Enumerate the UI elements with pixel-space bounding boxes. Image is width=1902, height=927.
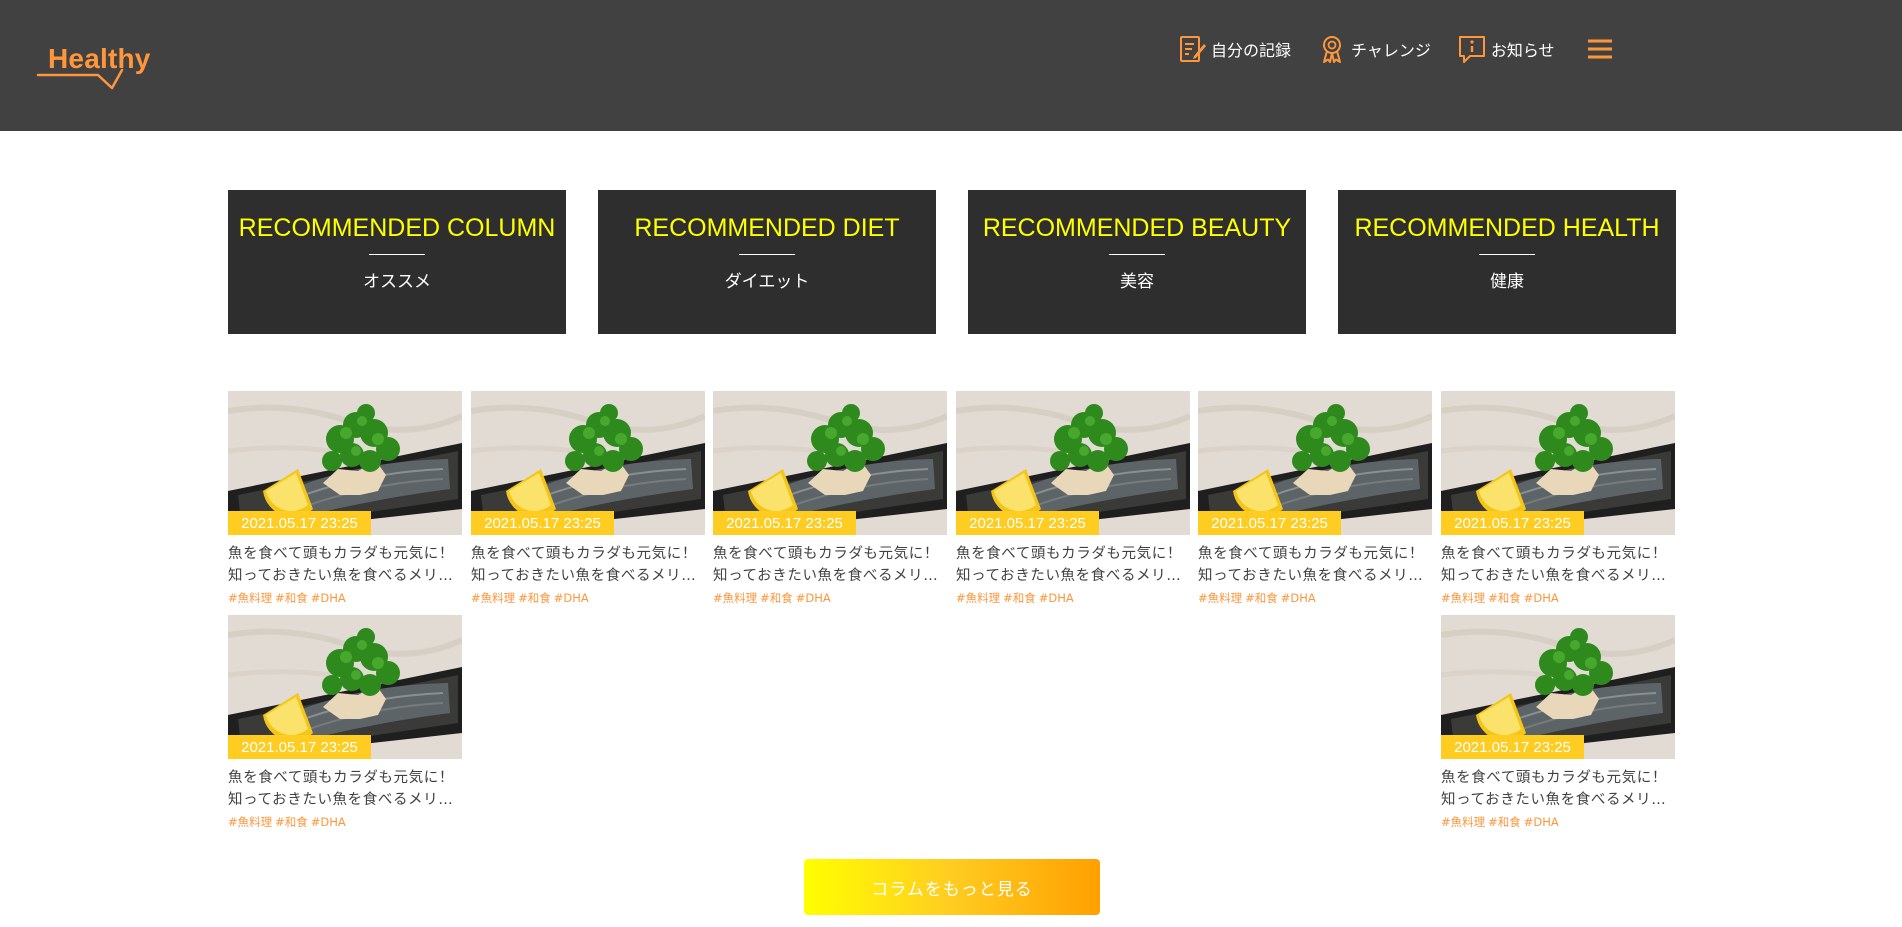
column-tags: #魚料理 #和食 #DHA xyxy=(471,590,705,606)
tag-link[interactable]: #DHA xyxy=(311,815,346,829)
tag-link[interactable]: #DHA xyxy=(1524,815,1559,829)
category-tile-column[interactable]: RECOMMENDED COLUMN オススメ xyxy=(228,190,566,334)
column-thumbnail: 2021.05.17 23:25 xyxy=(228,615,462,759)
nav-label: お知らせ xyxy=(1490,41,1555,60)
category-tile-beauty[interactable]: RECOMMENDED BEAUTY 美容 xyxy=(968,190,1306,334)
category-tile-health[interactable]: RECOMMENDED HEALTH 健康 xyxy=(1338,190,1676,334)
date-badge: 2021.05.17 23:25 xyxy=(1441,735,1584,759)
tag-link[interactable]: #和食 xyxy=(275,815,308,829)
column-thumbnail: 2021.05.17 23:25 xyxy=(1441,615,1675,759)
column-title: 魚を食べて頭もカラダも元気に！知っておきたい魚を食べるメリ… xyxy=(228,770,454,808)
main-nav: 自分の記録 チャレンジ お知らせ xyxy=(1177,32,1615,66)
tag-link[interactable]: #魚料理 xyxy=(228,815,272,829)
tile-subtitle: オススメ xyxy=(363,272,431,292)
column-thumbnail: 2021.05.17 23:25 xyxy=(1198,391,1432,535)
date-badge: 2021.05.17 23:25 xyxy=(471,511,614,535)
tag-link[interactable]: #DHA xyxy=(311,591,346,605)
column-title: 魚を食べて頭もカラダも元気に！知っておきたい魚を食べるメリ… xyxy=(1441,770,1667,808)
column-thumbnail: 2021.05.17 23:25 xyxy=(471,391,705,535)
date-badge: 2021.05.17 23:25 xyxy=(228,735,371,759)
column-tags: #魚料理 #和食 #DHA xyxy=(1198,590,1432,606)
tile-subtitle: ダイエット xyxy=(724,272,810,292)
memo-icon xyxy=(1180,36,1206,62)
date-badge: 2021.05.17 23:25 xyxy=(1198,511,1341,535)
category-tiles: RECOMMENDED COLUMN オススメ RECOMMENDED DIET… xyxy=(228,190,1676,334)
tag-link[interactable]: #魚料理 xyxy=(1441,815,1485,829)
tag-link[interactable]: #魚料理 xyxy=(713,591,757,605)
tag-link[interactable]: #魚料理 xyxy=(1441,591,1485,605)
column-title: 魚を食べて頭もカラダも元気に！知っておきたい魚を食べるメリ… xyxy=(471,546,697,584)
column-title: 魚を食べて頭もカラダも元気に！知っておきたい魚を食べるメリ… xyxy=(1198,546,1424,584)
tile-title: RECOMMENDED HEALTH xyxy=(1354,214,1660,242)
tag-link[interactable]: #和食 xyxy=(275,591,308,605)
tag-link[interactable]: #魚料理 xyxy=(956,591,1000,605)
tile-subtitle: 美容 xyxy=(1120,272,1154,292)
tile-divider xyxy=(369,254,425,255)
column-thumbnail: 2021.05.17 23:25 xyxy=(713,391,947,535)
tag-link[interactable]: #DHA xyxy=(796,591,831,605)
tile-divider xyxy=(1109,254,1165,255)
tile-subtitle: 健康 xyxy=(1490,272,1524,292)
column-card[interactable]: 2021.05.17 23:25 魚を食べて頭もカラダも元気に！知っておきたい魚を… xyxy=(713,391,947,615)
tag-link[interactable]: #和食 xyxy=(1488,591,1521,605)
nav-item-notice[interactable]: お知らせ xyxy=(1457,34,1555,64)
healthy-logo[interactable]: Healthy xyxy=(36,40,152,90)
tag-link[interactable]: #和食 xyxy=(1003,591,1036,605)
tile-divider xyxy=(739,254,795,255)
site-header: Healthy 自分の記録 チャレンジ お知らせ xyxy=(0,0,1902,131)
tag-link[interactable]: #DHA xyxy=(1039,591,1074,605)
column-card[interactable]: 2021.05.17 23:25 魚を食べて頭もカラダも元気に！知っておきたい魚を… xyxy=(228,615,462,839)
tag-link[interactable]: #和食 xyxy=(760,591,793,605)
nav-label: 自分の記録 xyxy=(1211,41,1292,60)
column-card[interactable]: 2021.05.17 23:25 魚を食べて頭もカラダも元気に！知っておきたい魚を… xyxy=(1441,391,1675,615)
nav-label: チャレンジ xyxy=(1351,41,1431,60)
hamburger-menu-icon[interactable] xyxy=(1585,34,1615,64)
tag-link[interactable]: #魚料理 xyxy=(228,591,272,605)
more-columns-button[interactable]: コラムをもっと見る xyxy=(804,859,1100,915)
column-card[interactable]: 2021.05.17 23:25 魚を食べて頭もカラダも元気に！知っておきたい魚を… xyxy=(1441,615,1675,839)
tag-link[interactable]: #DHA xyxy=(1524,591,1559,605)
tile-title: RECOMMENDED COLUMN xyxy=(238,214,556,242)
medal-icon xyxy=(1323,36,1342,63)
column-title: 魚を食べて頭もカラダも元気に！知っておきたい魚を食べるメリ… xyxy=(1441,546,1667,584)
nav-item-my-record[interactable]: 自分の記録 xyxy=(1177,34,1291,64)
column-tags: #魚料理 #和食 #DHA xyxy=(1441,814,1675,830)
column-card[interactable]: 2021.05.17 23:25 魚を食べて頭もカラダも元気に！知っておきたい魚を… xyxy=(1198,391,1432,615)
tag-link[interactable]: #魚料理 xyxy=(471,591,515,605)
column-tags: #魚料理 #和食 #DHA xyxy=(228,814,462,830)
date-badge: 2021.05.17 23:25 xyxy=(1441,511,1584,535)
nav-item-challenge[interactable]: チャレンジ xyxy=(1317,34,1431,64)
tag-link[interactable]: #和食 xyxy=(1245,591,1278,605)
column-title: 魚を食べて頭もカラダも元気に！知っておきたい魚を食べるメリ… xyxy=(956,546,1182,584)
tag-link[interactable]: #和食 xyxy=(1488,815,1521,829)
column-thumbnail: 2021.05.17 23:25 xyxy=(956,391,1190,535)
column-title: 魚を食べて頭もカラダも元気に！知っておきたい魚を食べるメリ… xyxy=(713,546,939,584)
tag-link[interactable]: #魚料理 xyxy=(1198,591,1242,605)
tile-divider xyxy=(1479,254,1535,255)
column-card[interactable]: 2021.05.17 23:25 魚を食べて頭もカラダも元気に！知っておきたい魚を… xyxy=(228,391,462,615)
date-badge: 2021.05.17 23:25 xyxy=(713,511,856,535)
column-thumbnail: 2021.05.17 23:25 xyxy=(1441,391,1675,535)
column-thumbnail: 2021.05.17 23:25 xyxy=(228,391,462,535)
column-grid: 2021.05.17 23:25 魚を食べて頭もカラダも元気に！知っておきたい魚を… xyxy=(228,391,1676,839)
date-badge: 2021.05.17 23:25 xyxy=(956,511,1099,535)
date-badge: 2021.05.17 23:25 xyxy=(228,511,371,535)
column-card[interactable]: 2021.05.17 23:25 魚を食べて頭もカラダも元気に！知っておきたい魚を… xyxy=(471,391,705,615)
column-tags: #魚料理 #和食 #DHA xyxy=(956,590,1190,606)
tile-title: RECOMMENDED BEAUTY xyxy=(982,214,1292,242)
tag-link[interactable]: #DHA xyxy=(554,591,589,605)
tag-link[interactable]: #DHA xyxy=(1281,591,1316,605)
tile-title: RECOMMENDED DIET xyxy=(634,214,900,242)
logo-text: Healthy xyxy=(48,43,151,74)
column-title: 魚を食べて頭もカラダも元気に！知っておきたい魚を食べるメリ… xyxy=(228,546,454,584)
column-tags: #魚料理 #和食 #DHA xyxy=(713,590,947,606)
column-card[interactable]: 2021.05.17 23:25 魚を食べて頭もカラダも元気に！知っておきたい魚を… xyxy=(956,391,1190,615)
category-tile-diet[interactable]: RECOMMENDED DIET ダイエット xyxy=(598,190,936,334)
column-tags: #魚料理 #和食 #DHA xyxy=(1441,590,1675,606)
column-tags: #魚料理 #和食 #DHA xyxy=(228,590,462,606)
tag-link[interactable]: #和食 xyxy=(518,591,551,605)
info-icon xyxy=(1458,36,1485,63)
